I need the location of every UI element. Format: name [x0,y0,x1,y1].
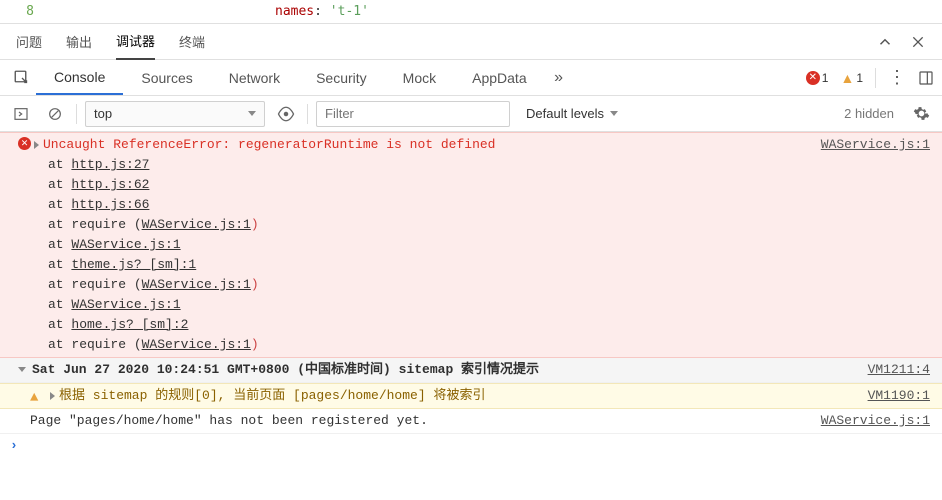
tab-debugger[interactable]: 调试器 [116,23,155,60]
stack-link[interactable]: WAService.js:1 [71,297,180,312]
devtab-security[interactable]: Security [298,62,385,94]
console-warning-message[interactable]: ▲ VM1190:1 根据 sitemap 的规则[0], 当前页面 [page… [0,383,942,409]
stack-link[interactable]: WAService.js:1 [142,277,251,292]
stack-frame: at http.js:27 [18,155,932,175]
stack-link[interactable]: http.js:62 [71,177,149,192]
sidebar-toggle-icon[interactable] [8,101,34,127]
message-source-link[interactable]: WAService.js:1 [821,135,930,155]
collapse-icon[interactable] [876,33,894,51]
chevron-down-icon [610,111,618,116]
devtools-tab-bar: Console Sources Network Security Mock Ap… [0,60,942,96]
stack-link[interactable]: WAService.js:1 [71,237,180,252]
levels-selector[interactable]: Default levels [518,101,626,127]
separator [875,68,876,88]
devtab-appdata[interactable]: AppData [454,62,544,94]
tab-problems[interactable]: 问题 [16,24,42,59]
stack-frame: at require (WAService.js:1) [18,215,932,235]
filter-input[interactable] [316,101,510,127]
clear-console-icon[interactable] [42,101,68,127]
message-source-link[interactable]: WAService.js:1 [821,411,930,431]
close-icon[interactable] [910,34,926,50]
message-source-link[interactable]: VM1190:1 [868,386,930,406]
stack-link[interactable]: home.js? [sm]:2 [71,317,188,332]
stack-frame: at http.js:66 [18,195,932,215]
error-icon: ✕ [18,137,31,150]
live-expression-icon[interactable] [273,101,299,127]
stack-link[interactable]: http.js:27 [71,157,149,172]
settings-icon[interactable] [908,101,934,127]
separator [307,104,308,124]
dock-icon[interactable] [918,70,934,86]
error-text: Uncaught ReferenceError: regeneratorRunt… [43,137,495,152]
inspect-icon[interactable] [8,64,36,92]
hidden-count[interactable]: 2 hidden [844,106,900,121]
stack-link[interactable]: WAService.js:1 [142,217,251,232]
stack-link[interactable]: theme.js? [sm]:1 [71,257,196,272]
stack-frame: at http.js:62 [18,175,932,195]
warning-text: 根据 sitemap 的规则[0], 当前页面 [pages/home/home… [59,388,485,403]
devtab-mock[interactable]: Mock [385,62,454,94]
context-selector[interactable]: top [85,101,265,127]
console-error-message[interactable]: ✕ WAService.js:1 Uncaught ReferenceError… [0,132,942,358]
line-number: 8 [0,4,50,19]
chevron-down-icon [248,111,256,116]
stack-frame: at theme.js? [sm]:1 [18,255,932,275]
expand-icon[interactable] [50,392,55,400]
devtab-console[interactable]: Console [36,61,123,95]
stack-link[interactable]: http.js:66 [71,197,149,212]
console-filter-bar: top Default levels 2 hidden [0,96,942,132]
code-text: names: 't-1' [50,4,369,19]
console-prompt[interactable]: › [0,434,942,458]
console-log-message[interactable]: WAService.js:1 Page "pages/home/home" ha… [0,409,942,434]
more-tabs-icon[interactable]: » [545,64,573,92]
group-text: Sat Jun 27 2020 10:24:51 GMT+0800 (中国标准时… [32,362,539,377]
devtab-sources[interactable]: Sources [123,62,210,94]
stack-frame: at WAService.js:1 [18,235,932,255]
message-source-link[interactable]: VM1211:4 [868,360,930,380]
kebab-icon[interactable]: ⋮ [888,67,906,88]
panel-tab-bar: 问题 输出 调试器 终端 [0,24,942,60]
stack-frame: at require (WAService.js:1) [18,275,932,295]
stack-link[interactable]: WAService.js:1 [142,337,251,352]
warning-count-badge[interactable]: ▲1 [840,70,863,86]
tab-terminal[interactable]: 终端 [179,24,205,59]
warning-icon: ▲ [30,388,38,408]
separator [76,104,77,124]
stack-frame: at WAService.js:1 [18,295,932,315]
collapse-icon[interactable] [18,367,26,372]
devtab-network[interactable]: Network [211,62,298,94]
stack-frame: at require (WAService.js:1) [18,335,932,355]
expand-icon[interactable] [34,141,39,149]
console-group-message[interactable]: VM1211:4 Sat Jun 27 2020 10:24:51 GMT+08… [0,358,942,383]
tab-output[interactable]: 输出 [66,24,92,59]
error-count-badge[interactable]: ✕1 [806,71,829,85]
log-text: Page "pages/home/home" has not been regi… [30,413,428,428]
stack-frame: at home.js? [sm]:2 [18,315,932,335]
context-value: top [94,106,112,121]
editor-line: 8 names: 't-1' [0,0,942,24]
console-messages: ✕ WAService.js:1 Uncaught ReferenceError… [0,132,942,458]
